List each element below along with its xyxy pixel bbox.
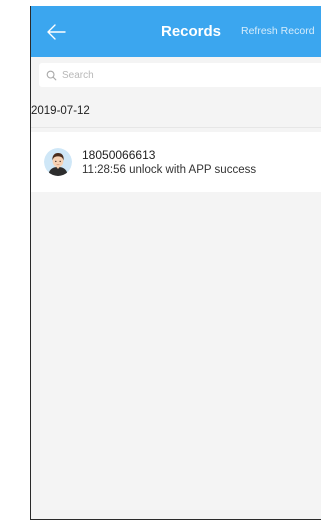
record-title: 18050066613 bbox=[82, 147, 156, 162]
frame-bottom-border bbox=[30, 519, 321, 520]
search-icon bbox=[46, 70, 57, 81]
navbar: Records Refresh Record bbox=[31, 6, 321, 57]
arrow-left-icon bbox=[47, 24, 66, 40]
record-list-item[interactable]: 18050066613 11:28:56 unlock with APP suc… bbox=[31, 132, 321, 192]
search-input[interactable] bbox=[62, 69, 302, 81]
page-title: Records bbox=[160, 23, 222, 40]
phone-screen: Records Refresh Record 2019-07-12 bbox=[0, 0, 321, 524]
user-avatar-icon bbox=[44, 148, 72, 176]
record-subtitle: 11:28:56 unlock with APP success bbox=[82, 163, 257, 176]
search-bar[interactable] bbox=[39, 63, 321, 87]
app-frame: Records Refresh Record 2019-07-12 bbox=[30, 6, 321, 520]
refresh-record-button[interactable]: Refresh Record bbox=[241, 6, 315, 57]
date-group-header: 2019-07-12 bbox=[31, 94, 321, 128]
back-button[interactable] bbox=[43, 19, 69, 45]
record-text: 18050066613 11:28:56 unlock with APP suc… bbox=[82, 148, 256, 177]
date-label: 2019-07-12 bbox=[31, 105, 90, 117]
